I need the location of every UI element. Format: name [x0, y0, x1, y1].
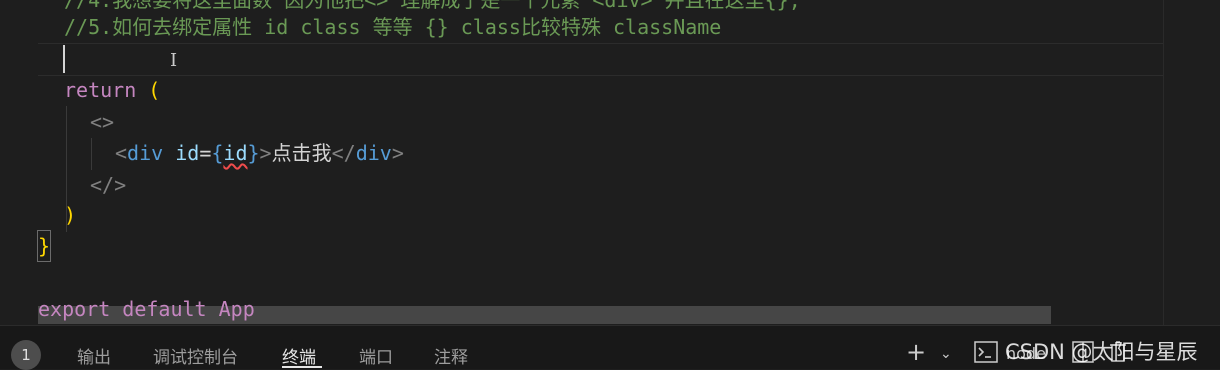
code-line-fragment-open: <>: [90, 110, 115, 134]
chevron-down-icon[interactable]: ⌄: [940, 346, 952, 362]
return-keyword: return: [64, 78, 137, 102]
tag-bracket: >: [391, 141, 404, 165]
code-line-close-paren: ): [64, 203, 77, 227]
watermark: CSDN @太阳与星辰: [1005, 340, 1198, 364]
code-line-export: export default App: [38, 297, 255, 321]
jsx-brace-open: {: [211, 141, 224, 165]
open-paren: (: [148, 78, 161, 102]
code-line-function-close: }: [36, 230, 52, 262]
div-text: 点击我: [271, 141, 332, 165]
code-line-div: <div id={id}>点击我</div>: [115, 138, 404, 168]
id-attribute: id: [175, 141, 200, 165]
minimap-separator: [1163, 0, 1164, 325]
id-expression: id: [223, 141, 248, 165]
code-line-fragment-close: </>: [90, 173, 127, 197]
text-cursor: [63, 45, 65, 73]
jsx-brace-close: }: [247, 141, 260, 165]
code-line-comment-5: //5.如何去绑定属性 id class 等等 {} class比较特殊 cla…: [64, 15, 722, 39]
tab-debug-console[interactable]: 调试控制台: [153, 343, 238, 368]
div-tag: div: [127, 141, 164, 165]
problems-badge[interactable]: 1: [11, 340, 41, 370]
code-editor[interactable]: //4.我想要将这里面数 因为他把<> 理解成了是一个元素 <div> 并且在这…: [0, 0, 1220, 325]
plus-icon[interactable]: +: [906, 338, 926, 366]
tab-terminal[interactable]: 终端: [282, 343, 316, 368]
tag-bracket: >: [259, 141, 272, 165]
code-line-return: return (: [64, 75, 160, 105]
tag-bracket: </: [331, 141, 356, 165]
terminal-icon[interactable]: [974, 341, 998, 367]
indent-guide: [91, 138, 92, 170]
tab-output[interactable]: 输出: [77, 343, 111, 368]
ibeam-cursor-icon: I: [170, 50, 178, 71]
div-close-tag: div: [355, 141, 392, 165]
tab-ports[interactable]: 端口: [359, 343, 393, 368]
tab-comments[interactable]: 注释: [434, 343, 468, 368]
equals-sign: =: [199, 141, 212, 165]
current-line-highlight: [38, 43, 1163, 76]
tag-bracket: <: [115, 141, 128, 165]
